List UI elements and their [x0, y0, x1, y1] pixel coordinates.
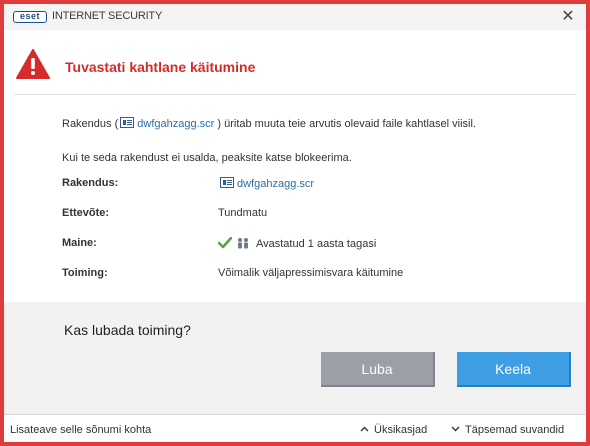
check-icon: [218, 237, 232, 249]
message-suffix: ) üritab muuta teie arvutis olevaid fail…: [214, 118, 476, 130]
message-prefix: Rakendus (: [62, 118, 119, 130]
app-title: INTERNET SECURITY: [52, 10, 163, 22]
details-toggle[interactable]: Üksikasjad: [360, 424, 427, 436]
eset-logo: eset: [13, 11, 47, 23]
block-button[interactable]: Keela: [457, 352, 571, 387]
advanced-options-label: Täpsemad suvandid: [465, 424, 565, 436]
file-icon: [120, 117, 135, 128]
company-link[interactable]: Tundmatu: [218, 207, 267, 219]
footer-bar: Lisateave selle sõnumi kohta Üksikasjad …: [4, 414, 586, 442]
alert-title: Tuvastati kahtlane käitumine: [65, 59, 256, 75]
title-bar: eset INTERNET SECURITY ✕: [4, 4, 586, 30]
application-link[interactable]: dwfgahzagg.scr: [237, 178, 314, 190]
allow-button[interactable]: Luba: [321, 352, 435, 387]
users-icon: [238, 238, 248, 249]
message-file-link[interactable]: dwfgahzagg.scr: [137, 118, 214, 130]
details-toggle-label: Üksikasjad: [374, 424, 428, 436]
close-icon[interactable]: ✕: [558, 7, 578, 27]
reputation-text: Avastatud 1 aasta tagasi: [256, 238, 377, 250]
question-text: Kas lubada toiming?: [64, 322, 191, 338]
decision-panel: Kas lubada toiming? Luba Keela: [4, 302, 586, 414]
application-label: Rakendus:: [62, 177, 119, 189]
advanced-options-toggle[interactable]: Täpsemad suvandid: [451, 424, 564, 436]
warning-icon: [16, 49, 50, 79]
application-value: dwfgahzagg.scr: [218, 177, 314, 190]
action-value: Võimalik väljapressimisvara käitumine: [218, 267, 404, 279]
company-label: Ettevõte:: [62, 207, 110, 219]
message-line-1: Rakendus ( dwfgahzagg.scr ) üritab muuta …: [62, 117, 476, 130]
file-icon: [220, 177, 234, 188]
learn-more-link[interactable]: Lisateave selle sõnumi kohta: [10, 424, 151, 436]
reputation-value: Avastatud 1 aasta tagasi: [218, 237, 376, 250]
reputation-label: Maine:: [62, 237, 97, 249]
divider: [14, 94, 576, 95]
action-label: Toiming:: [62, 267, 108, 279]
chevron-down-icon: [451, 426, 460, 432]
chevron-up-icon: [360, 426, 369, 432]
message-line-2: Kui te seda rakendust ei usalda, peaksit…: [62, 152, 352, 164]
alert-window: eset INTERNET SECURITY ✕ Tuvastati kahtl…: [4, 4, 586, 442]
